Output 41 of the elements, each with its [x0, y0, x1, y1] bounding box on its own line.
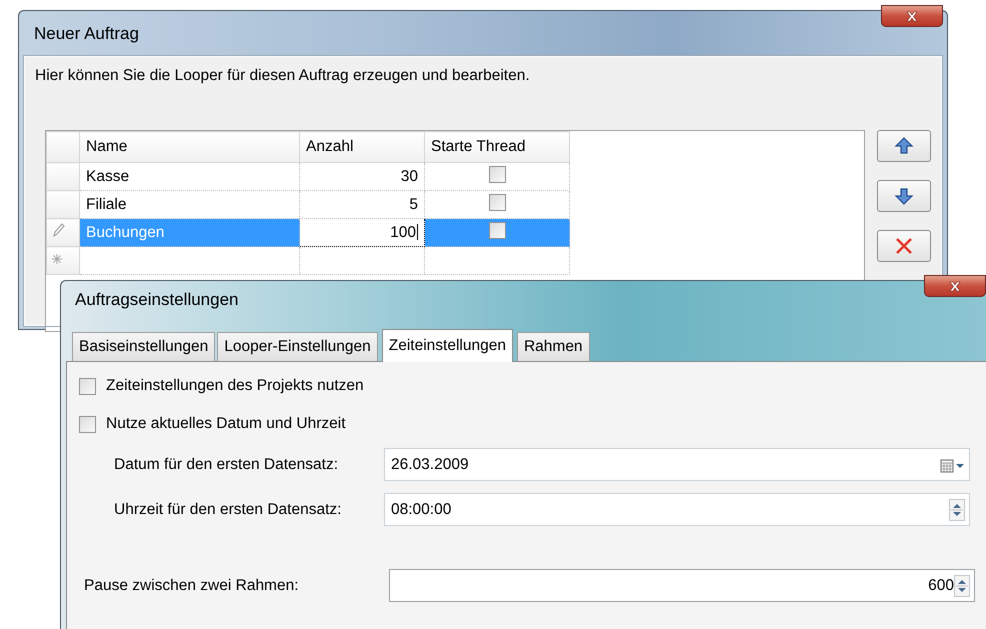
- checkbox[interactable]: [488, 222, 506, 238]
- arrow-up-icon: [894, 136, 914, 156]
- delete-icon: [894, 236, 914, 256]
- row-header: [46, 132, 80, 162]
- tab[interactable]: Basiseinstellungen: [72, 332, 216, 361]
- field-label: Datum für den ersten Datensatz:: [114, 456, 340, 474]
- close-button[interactable]: [881, 5, 943, 27]
- row-header[interactable]: [46, 218, 80, 246]
- spinner-icon[interactable]: [949, 498, 965, 520]
- table-cell: Buchungen: [80, 218, 300, 246]
- calendar-dropdown-icon[interactable]: [940, 456, 965, 472]
- checkbox-label[interactable]: Nutze aktuelles Datum und Uhrzeit: [106, 415, 346, 433]
- number-field[interactable]: 600: [389, 569, 975, 602]
- description-text: Hier können Sie die Looper für diesen Auftrag erzeugen und bearbeiten.: [35, 67, 531, 85]
- table-cell: 30: [300, 162, 424, 190]
- checkbox[interactable]: [488, 166, 506, 182]
- spinner-icon[interactable]: [954, 574, 970, 596]
- checkbox[interactable]: [79, 416, 96, 432]
- checkbox[interactable]: [79, 378, 96, 394]
- time-field[interactable]: 08:00:00: [384, 493, 970, 526]
- close-button[interactable]: [924, 275, 986, 297]
- field-label: Uhrzeit für den ersten Datensatz:: [114, 500, 342, 518]
- asterisk-icon: [51, 252, 63, 264]
- window-title: Auftragseinstellungen: [75, 290, 239, 310]
- tab[interactable]: Looper-Einstellungen: [217, 332, 378, 361]
- window-title: Neuer Auftrag: [34, 24, 139, 44]
- date-picker[interactable]: 26.03.2009: [384, 448, 970, 481]
- delete-button[interactable]: [877, 230, 931, 262]
- column-header[interactable]: Name: [80, 132, 300, 162]
- table-cell: Kasse: [80, 162, 300, 190]
- table-cell: 5: [300, 190, 424, 218]
- tab[interactable]: Zeiteinstellungen: [382, 329, 513, 362]
- arrow-down-icon: [894, 186, 914, 206]
- move-up-button[interactable]: [877, 130, 931, 162]
- checkbox[interactable]: [488, 194, 506, 210]
- column-header[interactable]: Anzahl: [300, 132, 424, 162]
- field-label: Pause zwischen zwei Rahmen:: [84, 576, 300, 594]
- checkbox-label[interactable]: Zeiteinstellungen des Projekts nutzen: [106, 377, 364, 395]
- move-down-button[interactable]: [877, 180, 931, 212]
- tab[interactable]: Rahmen: [516, 332, 590, 361]
- column-header[interactable]: Starte Thread: [424, 132, 570, 162]
